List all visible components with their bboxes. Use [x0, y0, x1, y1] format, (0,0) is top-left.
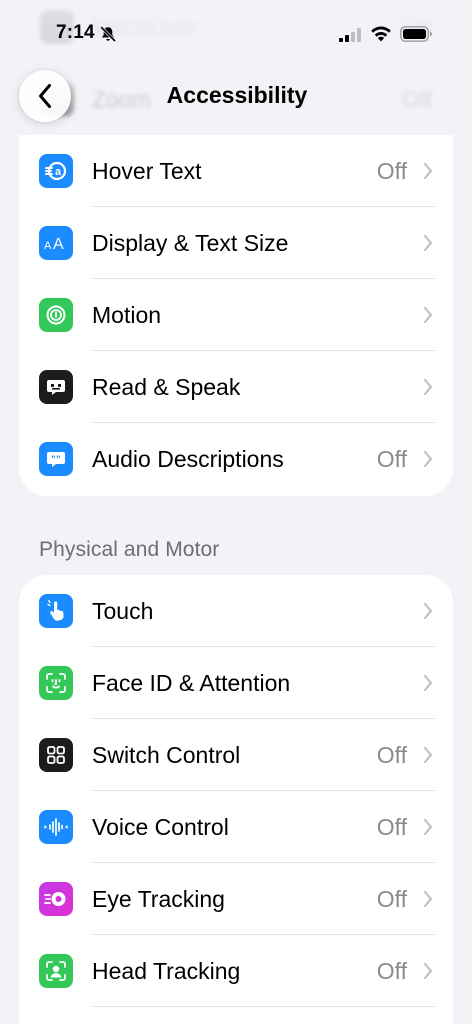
switch-control-row[interactable]: Switch Control Off [19, 719, 453, 791]
row-value: Off [376, 445, 407, 472]
head-tracking-row[interactable]: Head Tracking Off [19, 935, 453, 1007]
read-speak-icon [39, 370, 73, 404]
switch-control-icon [39, 738, 73, 772]
svg-text:": " [56, 454, 60, 464]
page-title: Accessibility [166, 82, 308, 108]
svg-text:": " [51, 454, 55, 464]
head-tracking-icon [39, 954, 73, 988]
svg-text:a: a [55, 166, 62, 178]
row-label: Switch Control [92, 741, 241, 768]
row-separator [92, 1006, 435, 1007]
chevron-right-icon [423, 962, 433, 980]
row-label: Hover Text [92, 157, 202, 184]
chevron-right-icon [423, 818, 433, 836]
row-label: Audio Descriptions [92, 445, 284, 472]
bell-slash-icon [100, 26, 117, 43]
read-speak-row[interactable]: Read & Speak [19, 351, 453, 423]
voice-control-icon [39, 810, 73, 844]
physical-motor-settings-group: Touch Face ID & Attention Switch Control… [19, 575, 453, 1024]
chevron-right-icon [423, 746, 433, 764]
chevron-right-icon [423, 602, 433, 620]
row-value: Off [376, 957, 407, 984]
chevron-right-icon [423, 378, 433, 396]
touch-icon [39, 594, 73, 628]
chevron-right-icon [423, 450, 433, 468]
cellular-signal-icon [339, 28, 361, 42]
row-label: Voice Control [92, 813, 229, 840]
chevron-right-icon [423, 306, 433, 324]
row-label: Head Tracking [92, 957, 241, 984]
row-label: Display & Text Size [92, 229, 289, 256]
face-id-icon [39, 666, 73, 700]
face-id-attention-row[interactable]: Face ID & Attention [19, 647, 453, 719]
row-value: Off [376, 885, 407, 912]
display-text-size-row[interactable]: A A Display & Text Size [19, 207, 453, 279]
row-label: Eye Tracking [92, 885, 225, 912]
row-value: Off [376, 741, 407, 768]
row-label: Read & Speak [92, 373, 241, 400]
svg-text:A: A [44, 240, 52, 252]
row-value: Off [376, 157, 407, 184]
touch-row[interactable]: Touch [19, 575, 453, 647]
svg-text:A: A [53, 236, 64, 253]
wifi-icon [371, 26, 391, 42]
status-bar: 7:14 [0, 0, 472, 64]
text-size-icon: A A [39, 226, 73, 260]
chevron-right-icon [423, 162, 433, 180]
hover-text-row[interactable]: a Hover Text Off [19, 135, 453, 207]
battery-icon [400, 26, 432, 42]
section-header-physical-motor: Physical and Motor [39, 538, 220, 561]
chevron-right-icon [423, 890, 433, 908]
motion-icon [39, 298, 73, 332]
hover-text-icon: a [39, 154, 73, 188]
chevron-right-icon [423, 234, 433, 252]
eye-tracking-icon [39, 882, 73, 916]
voice-control-row[interactable]: Voice Control Off [19, 791, 453, 863]
vision-settings-group: a Hover Text Off A A Display & Text Size [19, 135, 453, 496]
row-label: Face ID & Attention [92, 669, 291, 696]
chevron-right-icon [423, 674, 433, 692]
row-value: Off [376, 813, 407, 840]
status-time: 7:14 [56, 22, 95, 43]
accessibility-settings-screen: VoiceOver Off Zoom Off 7:14 [0, 0, 472, 1024]
eye-tracking-row[interactable]: Eye Tracking Off [19, 863, 453, 935]
audio-descriptions-icon: " " [39, 442, 73, 476]
row-label: Touch [92, 597, 154, 624]
audio-descriptions-row[interactable]: " " Audio Descriptions Off [19, 423, 453, 495]
motion-row[interactable]: Motion [19, 279, 453, 351]
row-label: Motion [92, 301, 162, 328]
